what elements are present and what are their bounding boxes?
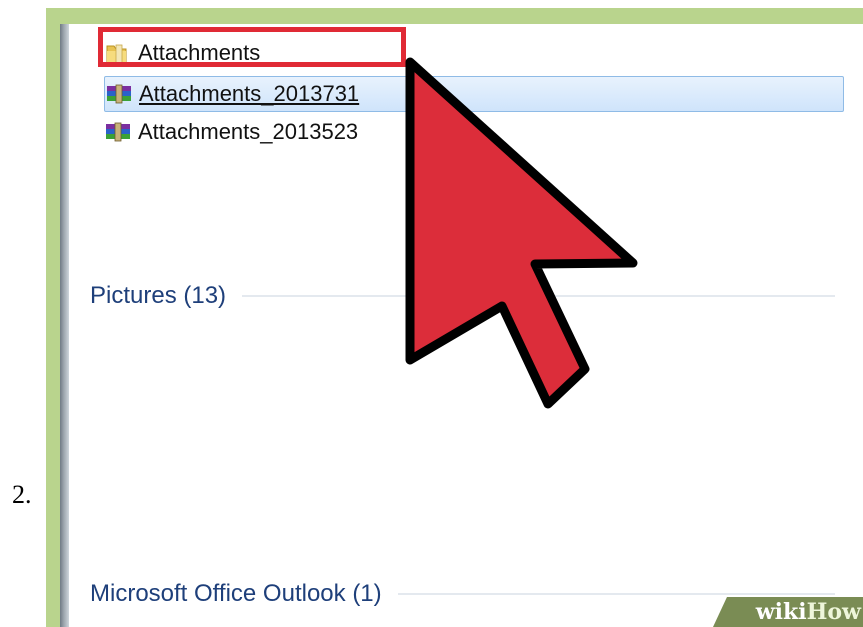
step-number: 2.: [12, 480, 32, 509]
watermark-how: How: [806, 599, 861, 625]
watermark-wiki: wiki: [755, 599, 807, 625]
explorer-results-pane: Attachments Attachments_2013731 Attachme…: [60, 24, 863, 627]
wikihow-watermark: wikiHow: [756, 599, 861, 625]
pointer-arrow-icon: [405, 57, 638, 409]
